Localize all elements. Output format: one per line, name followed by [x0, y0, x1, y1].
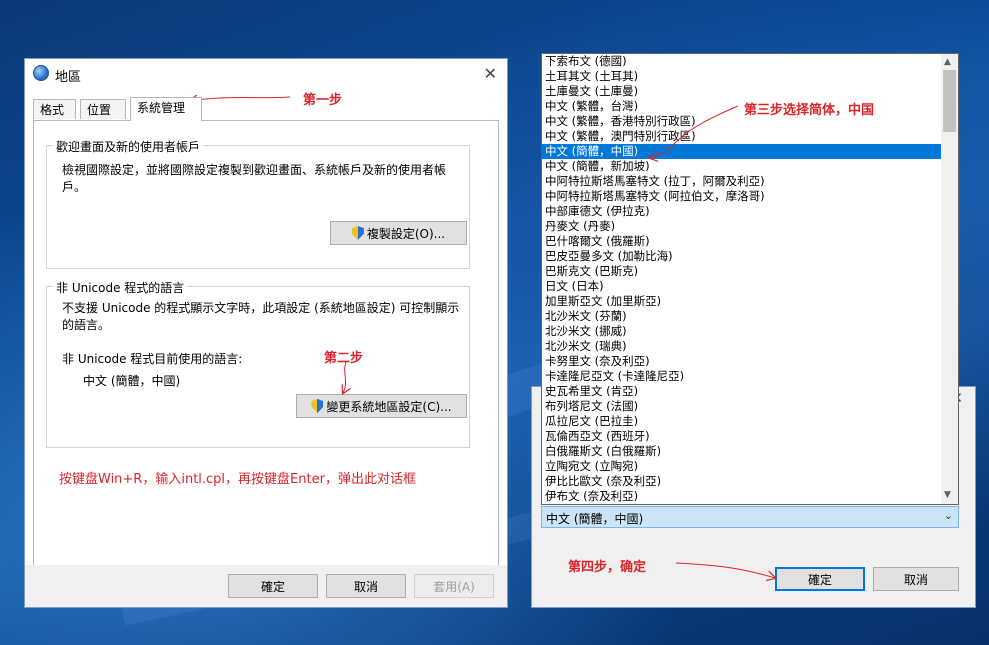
dropdown-option[interactable]: 史瓦希里文 (肯亞)	[542, 384, 942, 399]
dropdown-option[interactable]: 卡達隆尼亞文 (卡達隆尼亞)	[542, 369, 942, 384]
annotation-step2: 第二步	[324, 351, 364, 366]
tab-formats[interactable]: 格式	[33, 99, 76, 119]
tab-location[interactable]: 位置	[80, 99, 126, 119]
region-dialog: 地區 ✕ 格式 位置 系統管理 歡迎畫面及新的使用者帳戶 檢視國際設定，並將國際…	[24, 58, 508, 608]
dropdown-option[interactable]: 中部庫德文 (伊拉克)	[542, 204, 942, 219]
administrative-panel: 歡迎畫面及新的使用者帳戶 檢視國際設定，並將國際設定複製到歡迎畫面、系統帳戶及新…	[33, 120, 499, 566]
chevron-down-icon: ⌄	[943, 509, 953, 522]
dropdown-option[interactable]: 巴什喀爾文 (俄羅斯)	[542, 234, 942, 249]
uac-shield-icon	[311, 399, 324, 413]
dropdown-option[interactable]: 加里斯亞文 (加里斯亞)	[542, 294, 942, 309]
dropdown-option[interactable]: 中阿特拉斯塔馬塞特文 (阿拉伯文，摩洛哥)	[542, 189, 942, 204]
dropdown-option[interactable]: 土耳其文 (土耳其)	[542, 69, 942, 84]
group-title: 非 Unicode 程式的語言	[53, 279, 188, 296]
locale-cancel-button[interactable]: 取消	[873, 567, 959, 591]
dropdown-option[interactable]: 中阿特拉斯塔馬塞特文 (拉丁，阿爾及利亞)	[542, 174, 942, 189]
locale-dropdown-list[interactable]: 下索布文 (德國) 土耳其文 (土耳其) 土庫曼文 (土庫曼) 中文 (繁體，台灣) 中…	[541, 53, 959, 505]
group-description: 不支援 Unicode 的程式顯示文字時，此項設定 (系統地區設定) 可控制顯示…	[62, 301, 460, 332]
annotation-instructions: 按键盘Win+R，输入intl.cpl，再按键盘Enter，弹出此对话框	[59, 472, 416, 487]
locale-ok-button[interactable]: 確定	[775, 567, 865, 591]
dropdown-option[interactable]: 巴斯克文 (巴斯克)	[542, 264, 942, 279]
dropdown-option[interactable]: 丹麥文 (丹麥)	[542, 219, 942, 234]
welcome-screen-group: 歡迎畫面及新的使用者帳戶 檢視國際設定，並將國際設定複製到歡迎畫面、系統帳戶及新…	[46, 138, 470, 269]
title-bar: 地區 ✕	[25, 59, 507, 89]
uac-shield-icon	[351, 226, 364, 240]
dropdown-option[interactable]: 下索布文 (德國)	[542, 54, 942, 69]
dropdown-option[interactable]: 中文 (繁體，台灣)	[542, 99, 942, 114]
annotation-step4: 第四步，确定	[568, 560, 647, 575]
dropdown-option[interactable]: 中文 (簡體，新加坡)	[542, 159, 942, 174]
dropdown-option[interactable]: 日文 (日本)	[542, 279, 942, 294]
dropdown-option[interactable]: 北沙米文 (挪威)	[542, 324, 942, 339]
copy-settings-button[interactable]: 複製設定(O)...	[330, 221, 467, 245]
apply-button[interactable]: 套用(A)	[414, 574, 494, 598]
group-description: 檢視國際設定，並將國際設定複製到歡迎畫面、系統帳戶及新的使用者帳戶。	[62, 163, 447, 194]
dropdown-option[interactable]: 布列塔尼文 (法國)	[542, 399, 942, 414]
dropdown-option[interactable]: 白俄羅斯文 (白俄羅斯)	[542, 444, 942, 459]
scrollbar-thumb[interactable]	[943, 70, 956, 132]
current-language-label: 非 Unicode 程式目前使用的語言:	[62, 352, 243, 366]
dropdown-option[interactable]: 中文 (簡體，中國)	[542, 144, 942, 159]
globe-icon	[33, 65, 49, 81]
button-label: 複製設定(O)...	[366, 226, 446, 241]
dropdown-option[interactable]: 瓦倫西亞文 (西班牙)	[542, 429, 942, 444]
dropdown-option[interactable]: 巴皮亞曼多文 (加勒比海)	[542, 249, 942, 264]
close-icon[interactable]: ✕	[484, 64, 497, 83]
tab-administrative[interactable]: 系統管理	[130, 97, 202, 121]
dropdown-option[interactable]: 立陶宛文 (立陶宛)	[542, 459, 942, 474]
select-value: 中文 (簡體，中國)	[546, 512, 644, 526]
dropdown-option[interactable]: 北沙米文 (瑞典)	[542, 339, 942, 354]
non-unicode-group: 非 Unicode 程式的語言 不支援 Unicode 的程式顯示文字時，此項設…	[46, 279, 470, 448]
chevron-up-icon[interactable]: ▲	[944, 57, 951, 67]
group-title: 歡迎畫面及新的使用者帳戶	[53, 138, 204, 155]
dropdown-option[interactable]: 中文 (繁體，香港特別行政區)	[542, 114, 942, 129]
dropdown-option[interactable]: 卡努里文 (奈及利亞)	[542, 354, 942, 369]
dropdown-option[interactable]: 中文 (繁體，澳門特別行政區)	[542, 129, 942, 144]
scrollbar[interactable]: ▲ ▼	[941, 54, 958, 504]
chevron-down-icon[interactable]: ▼	[944, 490, 951, 500]
dropdown-option[interactable]: 瓜拉尼文 (巴拉圭)	[542, 414, 942, 429]
dropdown-option[interactable]: 伊比比歐文 (奈及利亞)	[542, 474, 942, 489]
annotation-step3: 第三步选择简体，中国	[744, 103, 875, 118]
dialog-footer: 確定 取消 套用(A)	[25, 565, 507, 607]
dropdown-option[interactable]: 土庫曼文 (土庫曼)	[542, 84, 942, 99]
current-language-value: 中文 (簡體，中國)	[83, 374, 181, 388]
window-title: 地區	[55, 70, 82, 85]
dropdown-option[interactable]: 伊布文 (奈及利亞)	[542, 489, 942, 504]
dropdown-options: 下索布文 (德國) 土耳其文 (土耳其) 土庫曼文 (土庫曼) 中文 (繁體，台灣) 中…	[542, 54, 942, 504]
cancel-button[interactable]: 取消	[326, 574, 406, 598]
annotation-step1: 第一步	[303, 93, 343, 108]
dropdown-option[interactable]: 北沙米文 (芬蘭)	[542, 309, 942, 324]
change-system-locale-button[interactable]: 變更系統地區設定(C)...	[296, 394, 467, 418]
ok-button[interactable]: 確定	[228, 574, 318, 598]
system-locale-select[interactable]: 中文 (簡體，中國) ⌄	[541, 506, 959, 528]
button-label: 變更系統地區設定(C)...	[326, 399, 452, 414]
